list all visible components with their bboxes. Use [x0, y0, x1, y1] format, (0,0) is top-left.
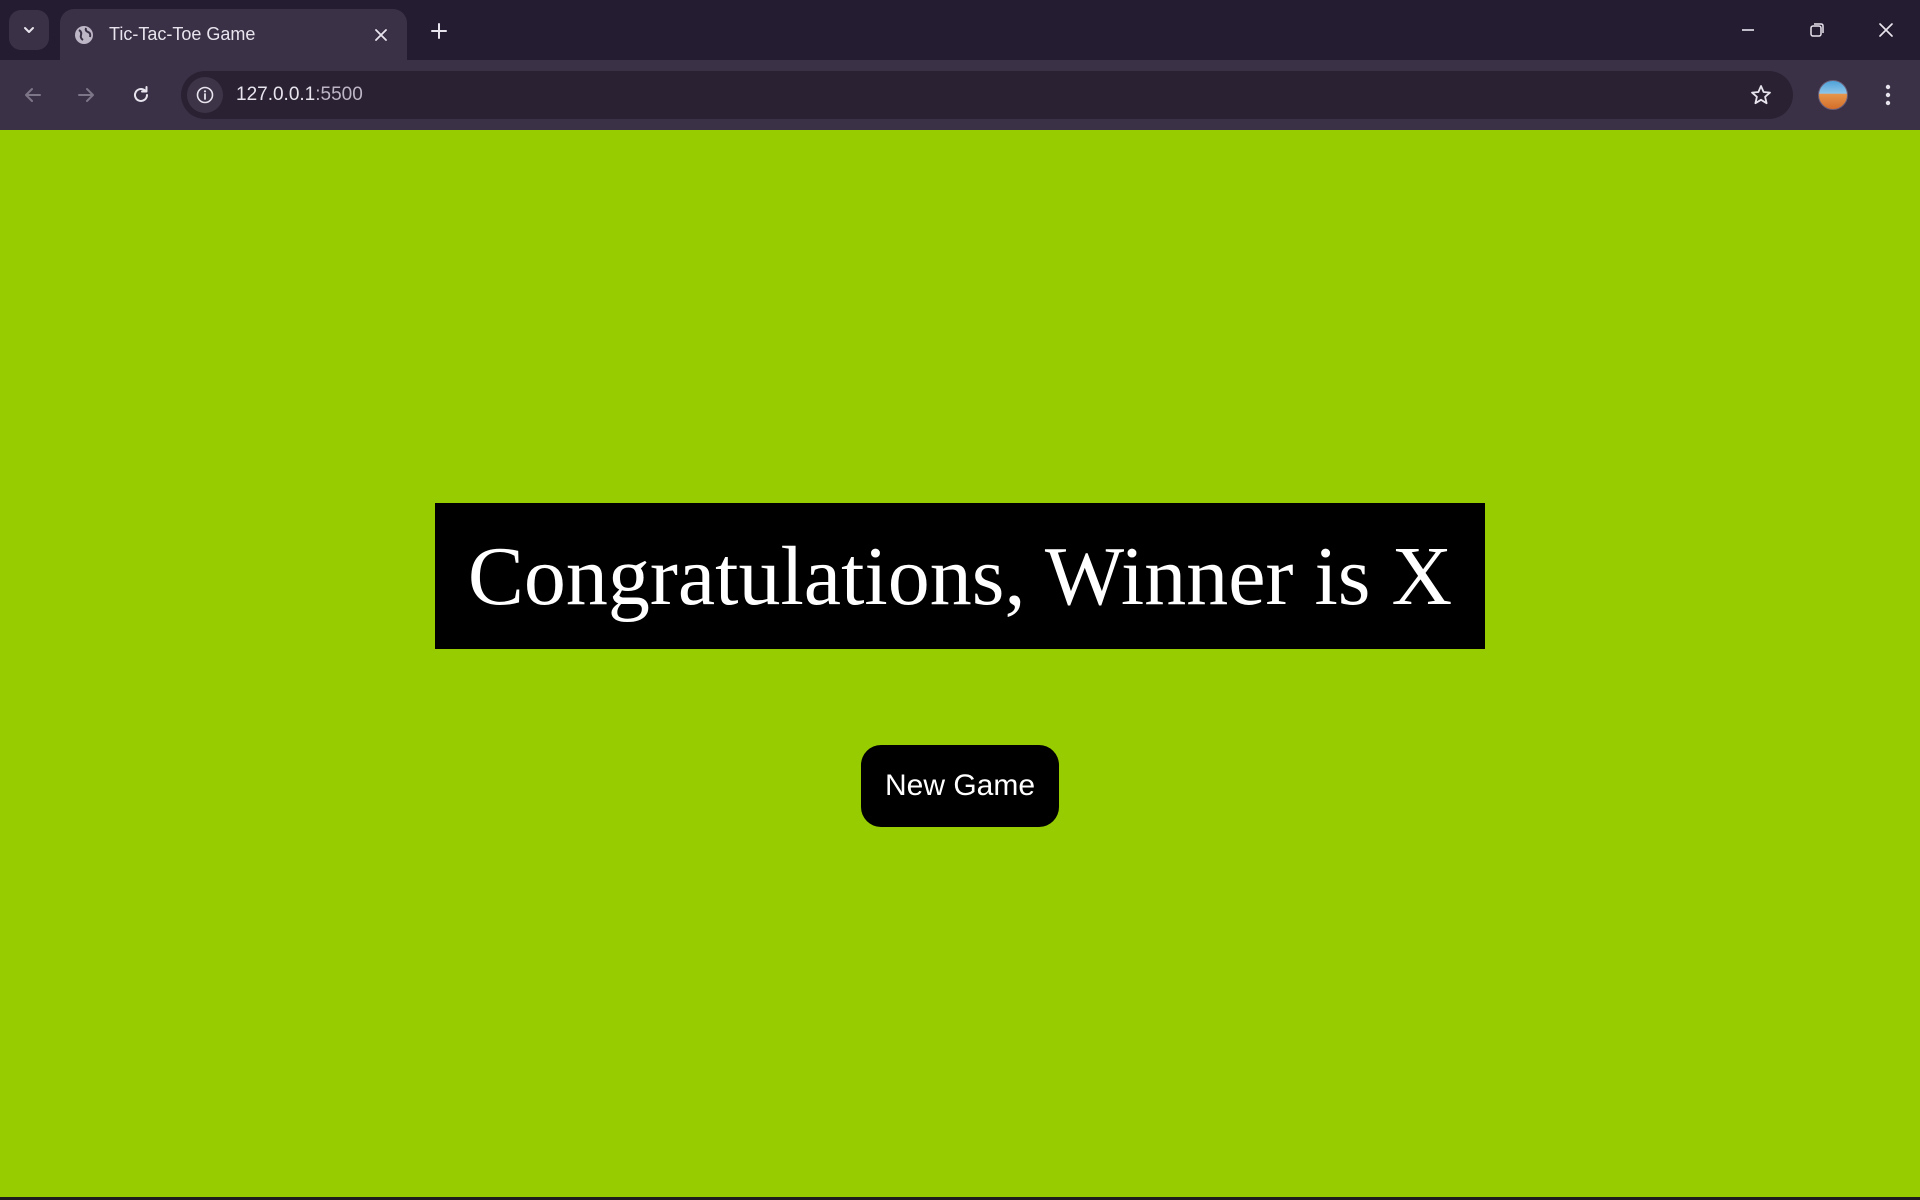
tab-title: Tic-Tac-Toe Game — [109, 24, 256, 44]
winner-message: Congratulations, Winner is X — [435, 503, 1485, 649]
forward-arrow-icon — [78, 88, 94, 102]
plus-icon — [431, 23, 447, 39]
url-port: :5500 — [315, 84, 363, 105]
chevron-down-icon — [24, 27, 34, 33]
restore-button[interactable] — [1791, 8, 1843, 52]
browser-tab-active[interactable]: Tic-Tac-Toe Game — [60, 9, 407, 60]
reload-button[interactable] — [123, 77, 159, 113]
new-game-button[interactable]: New Game — [861, 745, 1059, 827]
close-icon — [1879, 23, 1893, 37]
back-arrow-icon — [25, 88, 41, 102]
tab-search-button[interactable] — [9, 10, 49, 50]
minimize-icon — [1742, 29, 1754, 31]
profile-avatar[interactable] — [1818, 80, 1848, 110]
site-info-button[interactable] — [187, 77, 223, 113]
new-tab-button[interactable] — [423, 15, 455, 47]
close-icon — [375, 28, 387, 41]
info-icon — [196, 86, 214, 104]
browser-menu-button[interactable] — [1870, 77, 1906, 113]
game-page: Congratulations, Winner is X New Game — [0, 130, 1920, 1200]
address-bar[interactable]: 127.0.0.1:5500 — [181, 71, 1793, 119]
address-url[interactable]: 127.0.0.1:5500 — [236, 84, 363, 106]
restore-icon — [1810, 23, 1824, 37]
reload-icon — [134, 86, 148, 102]
minimize-button[interactable] — [1722, 8, 1774, 52]
browser-toolbar: 127.0.0.1:5500 — [0, 60, 1920, 130]
browser-tabstrip: Tic-Tac-Toe Game — [0, 0, 1920, 60]
globe-icon — [73, 24, 95, 46]
back-button[interactable] — [15, 77, 51, 113]
bookmark-button[interactable] — [1747, 81, 1775, 109]
url-host: 127.0.0.1 — [236, 84, 316, 105]
close-window-button[interactable] — [1860, 8, 1912, 52]
tab-close-button[interactable] — [367, 21, 395, 49]
forward-button[interactable] — [68, 77, 104, 113]
star-icon — [1751, 85, 1771, 105]
kebab-menu-icon — [1885, 84, 1891, 106]
